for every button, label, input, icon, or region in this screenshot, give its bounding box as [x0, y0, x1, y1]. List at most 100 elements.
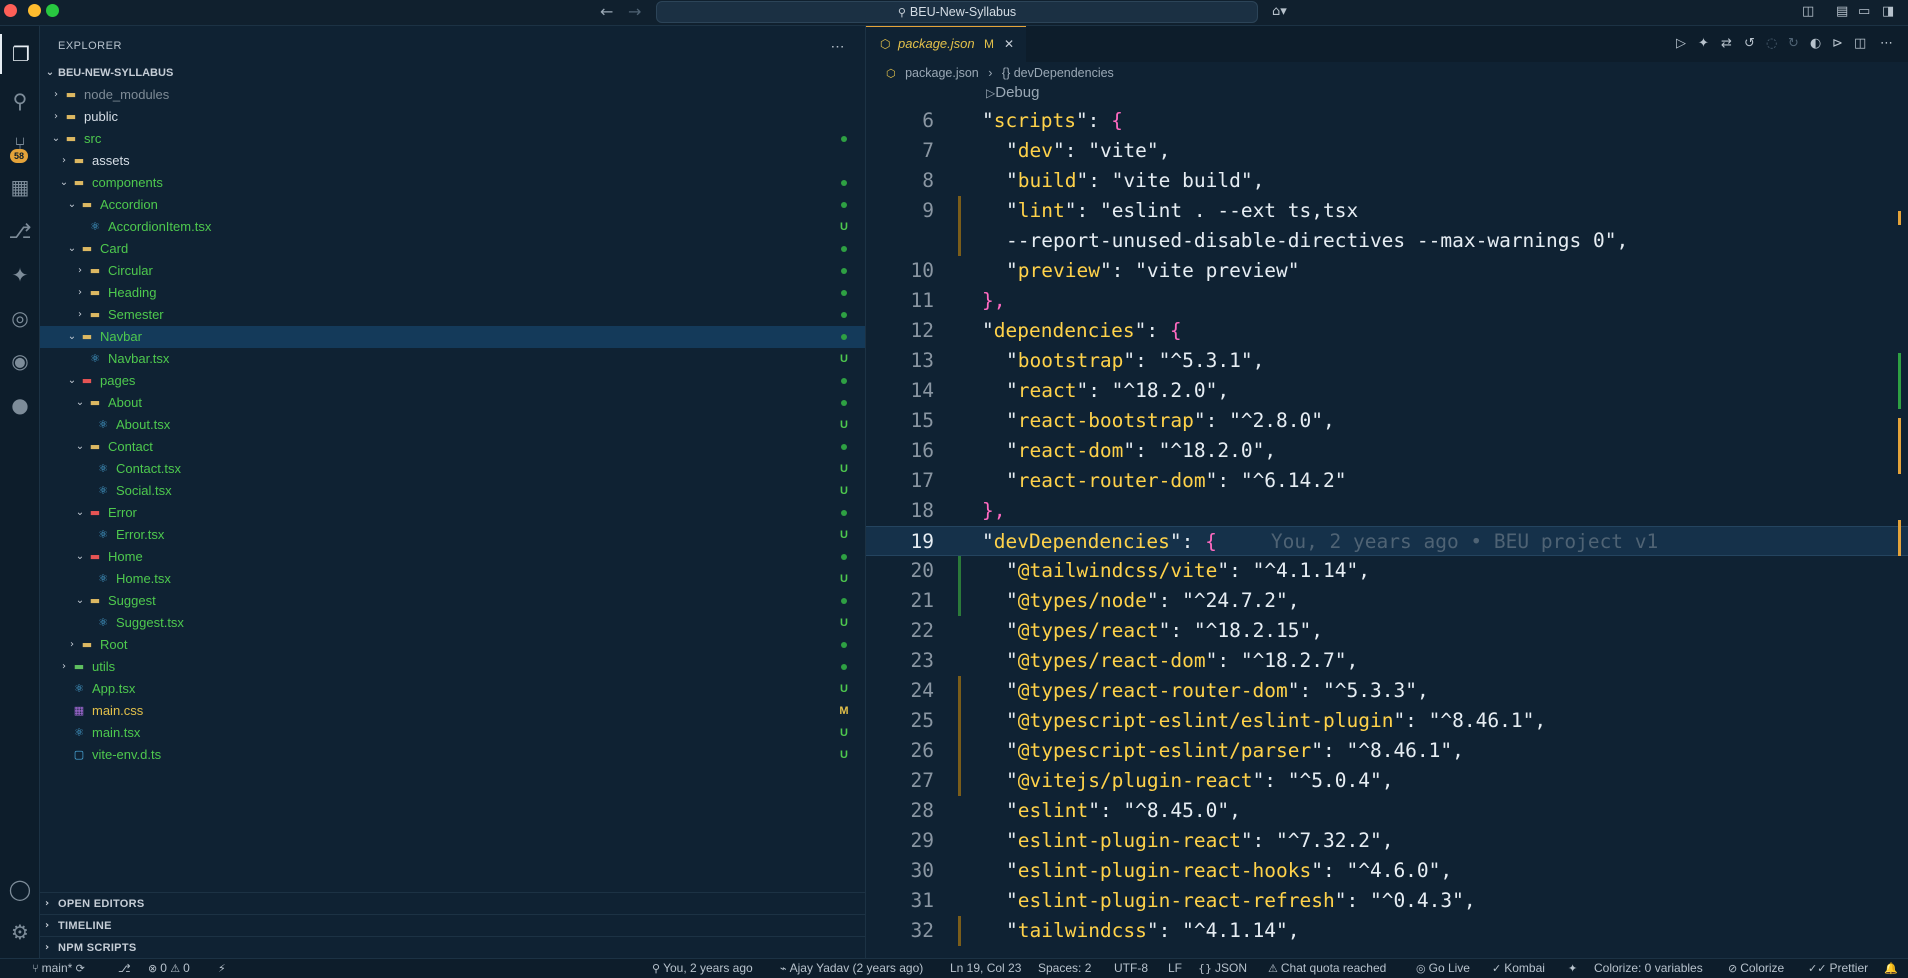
- code-line[interactable]: 19 "devDependencies": {You, 2 years ago •…: [866, 526, 1908, 556]
- author-status[interactable]: ⌁ Ajay Yadav (2 years ago): [780, 959, 923, 978]
- close-window-button[interactable]: [4, 4, 17, 17]
- code-line[interactable]: 17 "react-router-dom": "^6.14.2": [866, 466, 1908, 496]
- search-icon[interactable]: ⚲: [0, 81, 40, 121]
- code-line[interactable]: 31 "eslint-plugin-react-refresh": "^0.4.3…: [866, 886, 1908, 916]
- breadcrumb-file[interactable]: package.json: [905, 66, 979, 80]
- code-line[interactable]: 16 "react-dom": "^18.2.0",: [866, 436, 1908, 466]
- ports-icon[interactable]: ⚡: [218, 959, 229, 978]
- code-line[interactable]: 13 "bootstrap": "^5.3.1",: [866, 346, 1908, 376]
- tree-item[interactable]: › ▬ Root: [40, 634, 865, 656]
- tree-item[interactable]: › ▬ node_modules: [40, 84, 865, 106]
- tree-item[interactable]: › ▬ utils: [40, 656, 865, 678]
- code-line[interactable]: 9 "lint": "eslint . --ext ts,tsx: [866, 196, 1908, 226]
- go-live-icon[interactable]: ⊳: [1832, 36, 1843, 51]
- code-line[interactable]: 32 "tailwindcss": "^4.1.14",: [866, 916, 1908, 946]
- tree-item[interactable]: ⚛ Error.tsx U: [40, 524, 865, 546]
- more-actions-icon[interactable]: ⋯: [1880, 36, 1893, 51]
- code-line[interactable]: 10 "preview": "vite preview": [866, 256, 1908, 286]
- code-line[interactable]: 25 "@typescript-eslint/eslint-plugin": "^…: [866, 706, 1908, 736]
- indentation-status[interactable]: Spaces: 2: [1038, 959, 1091, 978]
- code-line[interactable]: 29 "eslint-plugin-react": "^7.32.2",: [866, 826, 1908, 856]
- tree-item[interactable]: ⌄ ▬ Contact: [40, 436, 865, 458]
- close-tab-icon[interactable]: ✕: [1004, 27, 1014, 61]
- timeline-section[interactable]: › TIMELINE: [40, 914, 865, 936]
- tree-item[interactable]: ⌄ ▬ src: [40, 128, 865, 150]
- toggle-panel-icon[interactable]: ▭: [1858, 4, 1870, 19]
- blame-status[interactable]: ⚲ You, 2 years ago: [652, 959, 753, 978]
- code-line[interactable]: 20 "@tailwindcss/vite": "^4.1.14",: [866, 556, 1908, 586]
- tree-item[interactable]: ⚛ Navbar.tsx U: [40, 348, 865, 370]
- tree-item[interactable]: › ▬ public: [40, 106, 865, 128]
- account-icon[interactable]: ◯: [0, 869, 40, 909]
- tree-item[interactable]: ⚛ Social.tsx U: [40, 480, 865, 502]
- tree-item[interactable]: ▦ main.css M: [40, 700, 865, 722]
- tree-item[interactable]: › ▬ Heading: [40, 282, 865, 304]
- code-line[interactable]: 30 "eslint-plugin-react-hooks": "^4.6.0",: [866, 856, 1908, 886]
- tree-item[interactable]: ⌄ ▬ pages: [40, 370, 865, 392]
- tree-item[interactable]: › ▬ Circular: [40, 260, 865, 282]
- code-editor[interactable]: 6 "scripts": {7 "dev": "vite", 8 "build": "v…: [866, 106, 1908, 958]
- code-line[interactable]: 6 "scripts": {: [866, 106, 1908, 136]
- copilot-edit-icon[interactable]: ✦: [1698, 36, 1709, 51]
- tree-item[interactable]: › ▬ Semester: [40, 304, 865, 326]
- copilot-menu-icon[interactable]: ⌂▾: [1272, 4, 1287, 19]
- gitlens-icon[interactable]: ◉: [0, 341, 40, 381]
- code-line[interactable]: 8 "build": "vite build",: [866, 166, 1908, 196]
- open-changes-icon[interactable]: ↺: [1744, 36, 1755, 51]
- code-line[interactable]: 11},: [866, 286, 1908, 316]
- tree-item[interactable]: ⌄ ▬ Suggest: [40, 590, 865, 612]
- tree-item[interactable]: ⌄ ▬ components: [40, 172, 865, 194]
- prettier-status[interactable]: ✓✓ Prettier: [1808, 959, 1868, 978]
- next-change-icon[interactable]: ↻: [1788, 36, 1799, 51]
- sparkle-icon[interactable]: ✦: [1568, 959, 1580, 978]
- more-actions-icon[interactable]: ⋯: [831, 26, 846, 66]
- tree-item[interactable]: ⌄ ▬ Home: [40, 546, 865, 568]
- code-line[interactable]: 23 "@types/react-dom": "^18.2.7",: [866, 646, 1908, 676]
- tree-item[interactable]: ⚛ Suggest.tsx U: [40, 612, 865, 634]
- open-editors-section[interactable]: › OPEN EDITORS: [40, 892, 865, 914]
- tree-item[interactable]: › ▬ assets: [40, 150, 865, 172]
- notifications-icon[interactable]: 🔔: [1884, 959, 1901, 978]
- colorize-status[interactable]: ⊘ Colorize: [1728, 959, 1784, 978]
- breadcrumb-symbol[interactable]: {} devDependencies: [1002, 66, 1114, 80]
- debug-codelens[interactable]: ▷Debug: [986, 84, 1039, 101]
- git-graph-status-icon[interactable]: ⎇: [118, 959, 134, 978]
- code-line[interactable]: --report-unused-disable-directives --max…: [866, 226, 1908, 256]
- explorer-icon[interactable]: ❐: [0, 34, 40, 74]
- tree-item[interactable]: ⌄ ▬ Card: [40, 238, 865, 260]
- file-history-icon[interactable]: ◐: [1810, 36, 1821, 51]
- code-line[interactable]: 15 "react-bootstrap": "^2.8.0",: [866, 406, 1908, 436]
- tree-item[interactable]: ⌄ ▬ Error: [40, 502, 865, 524]
- code-line[interactable]: 28 "eslint": "^8.45.0",: [866, 796, 1908, 826]
- copilot-icon[interactable]: ✦: [0, 255, 40, 295]
- extensions-icon[interactable]: ▦: [0, 167, 40, 207]
- run-icon[interactable]: ▷: [1676, 36, 1686, 51]
- maximize-window-button[interactable]: [46, 4, 59, 17]
- problems-indicator[interactable]: ⊗ 0 ⚠ 0: [148, 959, 190, 978]
- project-root[interactable]: ⌄ BEU-NEW-SYLLABUS: [40, 62, 865, 84]
- language-mode[interactable]: {} JSON: [1198, 959, 1247, 978]
- command-center-search[interactable]: ⚲ BEU-New-Syllabus: [656, 1, 1258, 23]
- tree-item[interactable]: ⚛ main.tsx U: [40, 722, 865, 744]
- code-line[interactable]: 24 "@types/react-router-dom": "^5.3.3",: [866, 676, 1908, 706]
- tree-item[interactable]: ⚛ App.tsx U: [40, 678, 865, 700]
- code-line[interactable]: 22 "@types/react": "^18.2.15",: [866, 616, 1908, 646]
- copilot-status[interactable]: ⚠ Chat quota reached: [1268, 959, 1386, 978]
- docker-icon[interactable]: ◎: [0, 298, 40, 338]
- code-line[interactable]: 27 "@vitejs/plugin-react": "^5.0.4",: [866, 766, 1908, 796]
- tree-item[interactable]: ⌄ ▬ Accordion: [40, 194, 865, 216]
- npm-scripts-section[interactable]: › NPM SCRIPTS: [40, 936, 865, 958]
- customize-layout-icon[interactable]: ◫: [1802, 4, 1814, 19]
- code-line[interactable]: 12 "dependencies": {: [866, 316, 1908, 346]
- tree-item[interactable]: ⌄ ▬ About: [40, 392, 865, 414]
- eol-status[interactable]: LF: [1168, 959, 1182, 978]
- encoding-status[interactable]: UTF-8: [1114, 959, 1148, 978]
- toggle-secondary-sidebar-icon[interactable]: ◨: [1882, 4, 1894, 19]
- tree-item[interactable]: ⌄ ▬ Navbar: [40, 326, 865, 348]
- go-live-button[interactable]: ◎ Go Live: [1416, 959, 1470, 978]
- tree-item[interactable]: ⚛ AccordionItem.tsx U: [40, 216, 865, 238]
- toggle-sidebar-icon[interactable]: ▤: [1836, 4, 1848, 19]
- split-editor-icon[interactable]: ◫: [1854, 36, 1866, 51]
- tree-item[interactable]: ▢ vite-env.d.ts U: [40, 744, 865, 762]
- code-line[interactable]: 21 "@types/node": "^24.7.2",: [866, 586, 1908, 616]
